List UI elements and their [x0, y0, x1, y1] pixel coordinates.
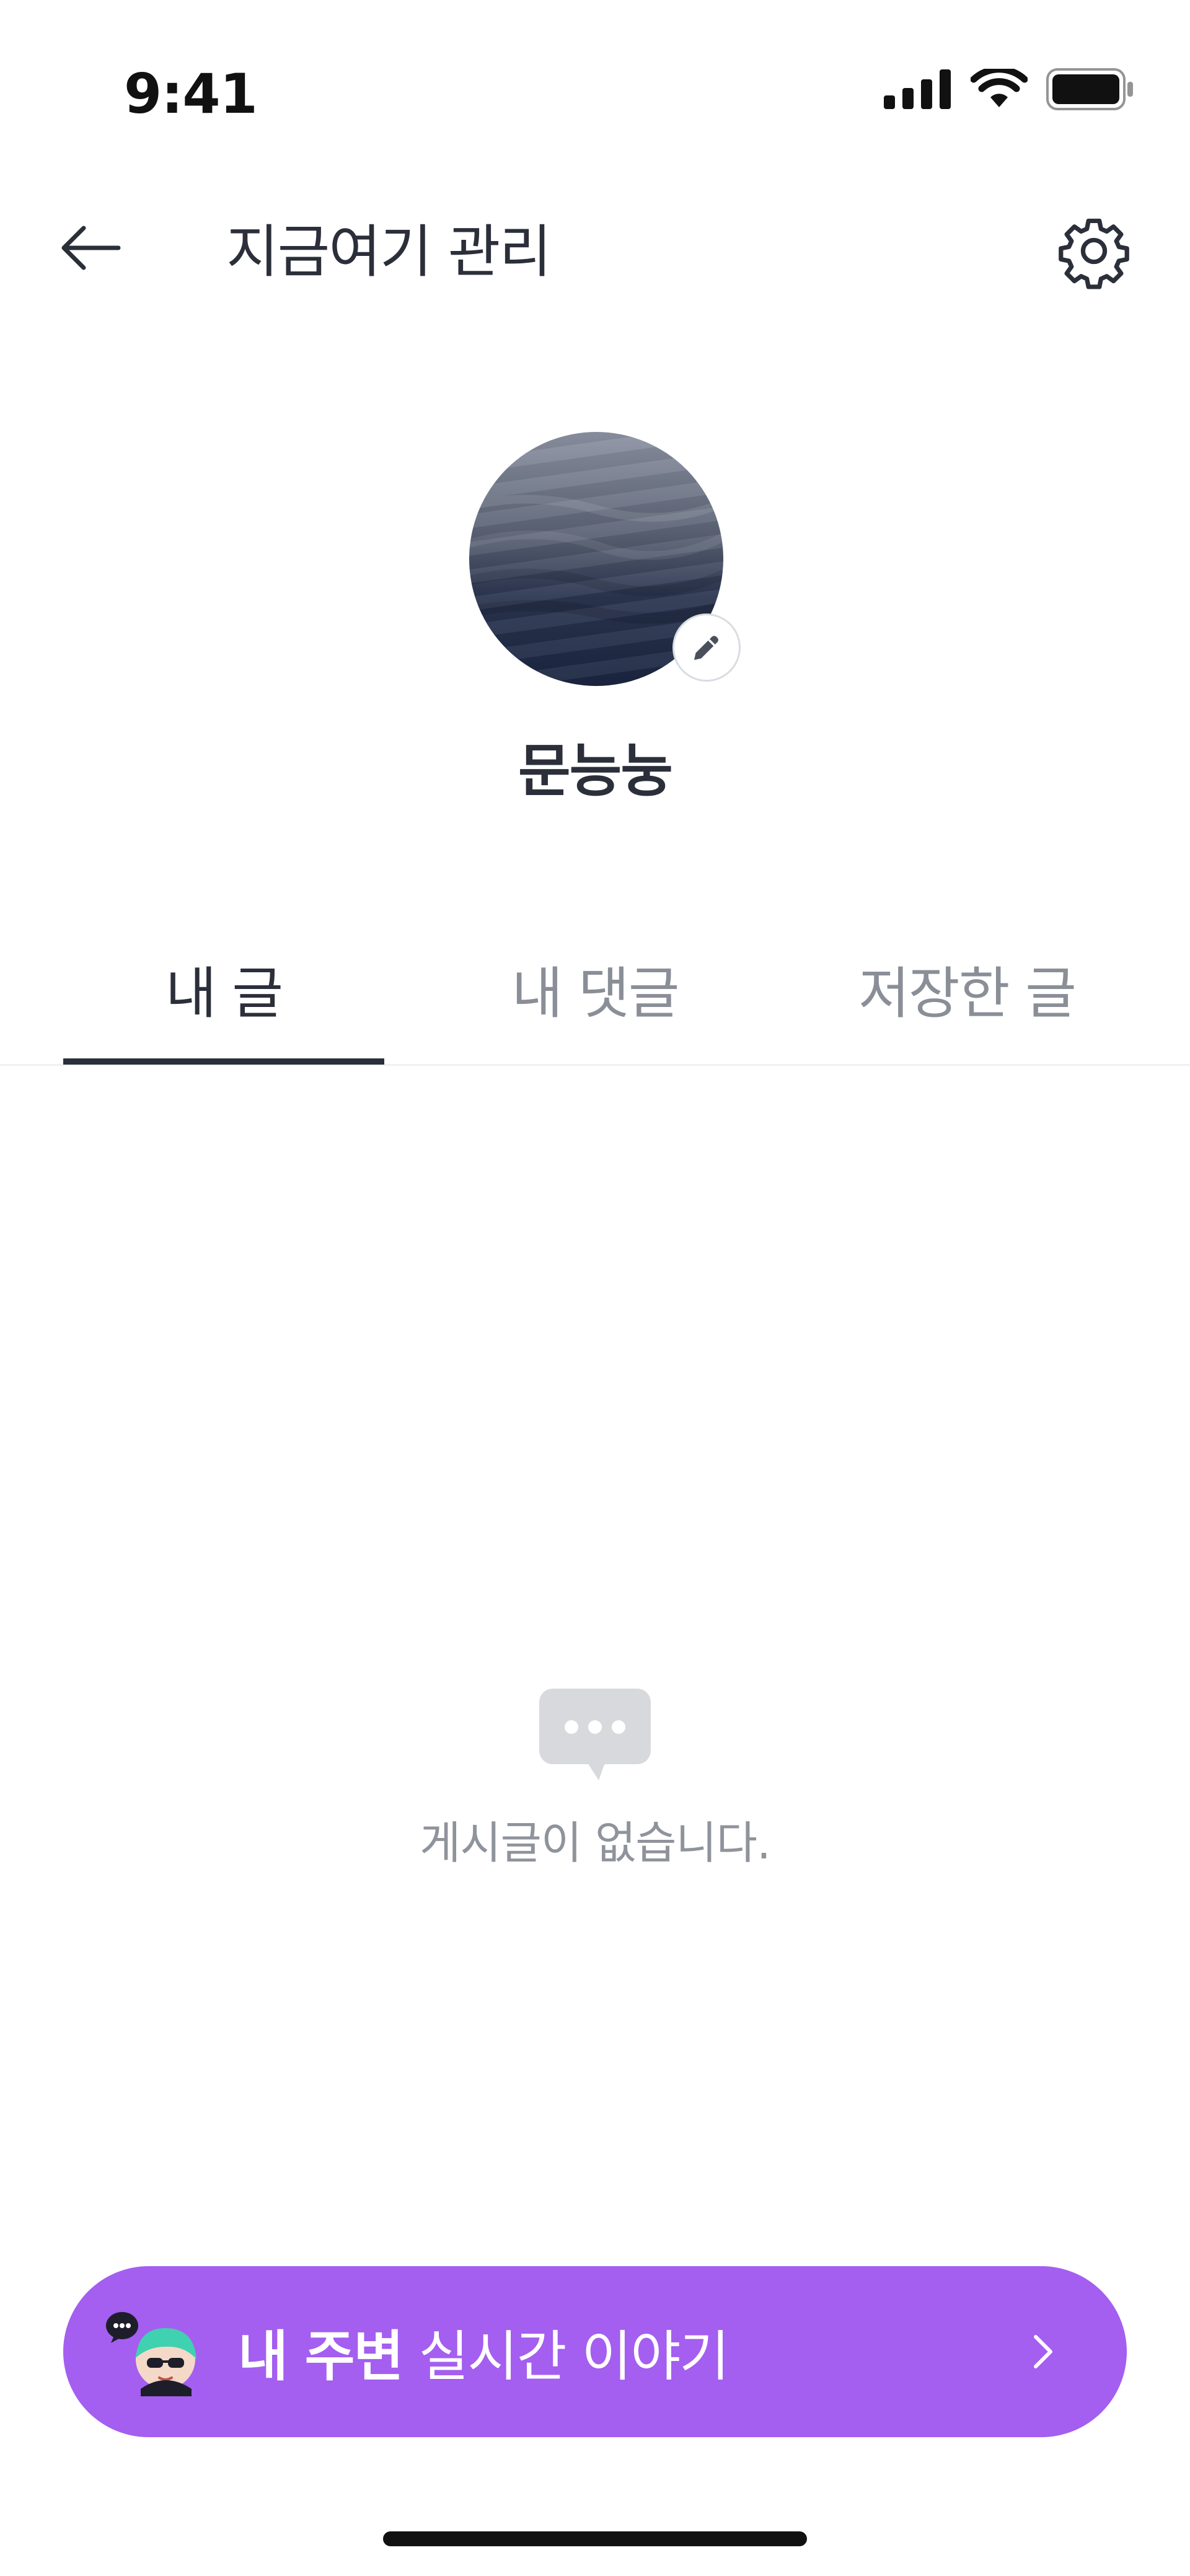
edit-avatar-button[interactable]	[672, 613, 741, 682]
nearby-live-banner[interactable]: 내 주변 실시간 이야기	[63, 2266, 1127, 2437]
pencil-icon	[694, 636, 718, 660]
back-button[interactable]	[53, 211, 127, 285]
settings-button[interactable]	[1051, 208, 1137, 294]
home-indicator	[383, 2531, 807, 2546]
chevron-right-icon	[1034, 2335, 1052, 2368]
tab-my-comments[interactable]: 내 댓글	[434, 930, 756, 1066]
tab-active-indicator	[63, 1058, 384, 1065]
speech-bubble-icon	[539, 1689, 651, 1784]
status-time: 9:41	[124, 62, 258, 126]
page-title: 지금여기 관리	[226, 219, 552, 285]
status-icons	[884, 68, 1134, 110]
battery-icon	[1046, 68, 1133, 110]
banner-bold-text: 내 주변	[238, 2324, 404, 2388]
cellular-signal-icon	[884, 69, 951, 109]
character-chat-icon	[106, 2312, 196, 2396]
banner-text: 내 주변 실시간 이야기	[238, 2266, 730, 2437]
banner-regular-text: 실시간 이야기	[418, 2324, 730, 2388]
profile-nickname: 문능눙	[518, 738, 673, 804]
wifi-icon	[971, 69, 1028, 107]
tab-bar: 내 글 내 댓글 저장한 글	[0, 930, 1190, 1066]
tab-saved-posts[interactable]: 저장한 글	[806, 930, 1128, 1066]
tab-label: 내 댓글	[511, 961, 679, 1026]
tab-label: 내 글	[165, 961, 283, 1026]
empty-state-message: 게시글이 없습니다.	[420, 1817, 771, 1869]
gear-icon	[1059, 218, 1129, 289]
arrow-left-icon	[61, 226, 121, 270]
tab-my-posts[interactable]: 내 글	[63, 930, 384, 1066]
tab-label: 저장한 글	[858, 961, 1077, 1026]
